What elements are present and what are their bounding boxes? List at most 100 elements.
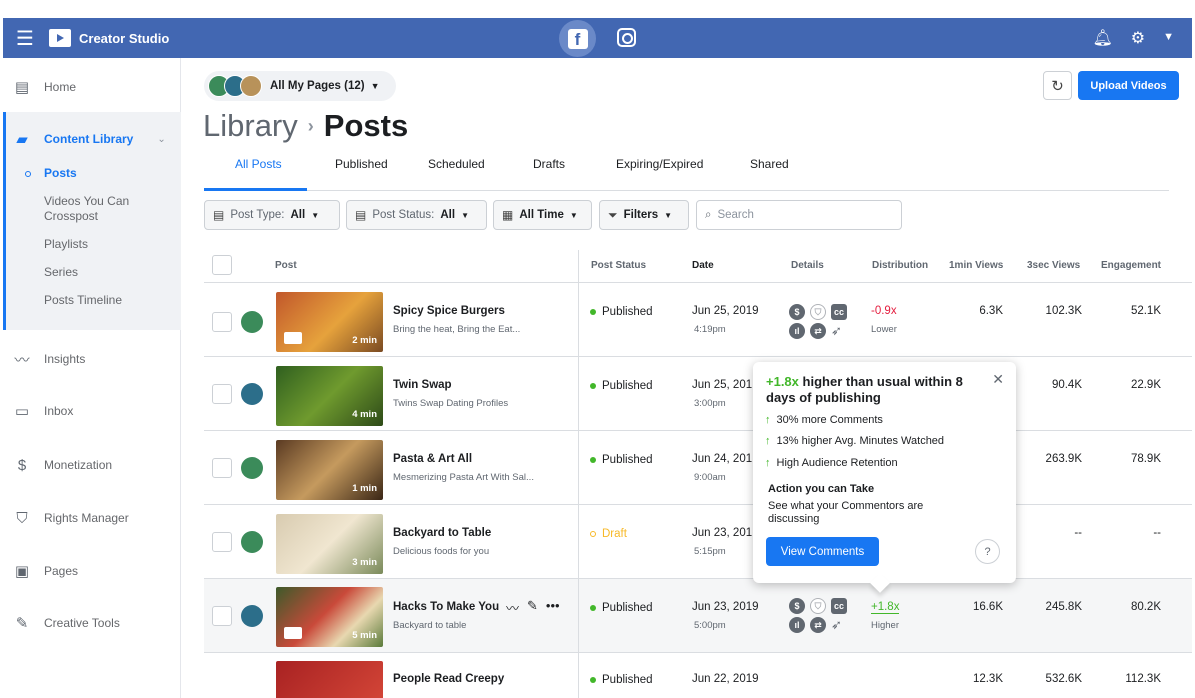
instagram-icon[interactable] [617, 28, 636, 47]
tab-all-posts[interactable]: All Posts [235, 157, 282, 171]
tab-expiring[interactable]: Expiring/Expired [616, 157, 703, 171]
video-thumbnail[interactable]: 2 min [276, 292, 383, 352]
tab-published[interactable]: Published [335, 157, 388, 171]
popover-stat: ↑ 13% higher Avg. Minutes Watched [765, 435, 945, 447]
column-header-details[interactable]: Details [791, 260, 824, 271]
help-icon[interactable]: ? [975, 539, 1000, 564]
row-checkbox[interactable] [212, 458, 232, 478]
tab-scheduled[interactable]: Scheduled [428, 157, 485, 171]
rocket-icon: ➶ [831, 323, 842, 338]
post-status-filter[interactable]: ▤ Post Status: All ▼ [346, 200, 487, 230]
breadcrumb-library[interactable]: Library [203, 108, 298, 144]
post-title[interactable]: Spicy Spice Burgers [393, 305, 505, 317]
calendar-grid-icon: ▦ [502, 208, 514, 222]
filters-button[interactable]: ⏷ Filters ▼ [599, 200, 689, 230]
status-badge: Published [590, 380, 653, 392]
hamburger-menu-icon[interactable]: ☰ [5, 26, 45, 51]
post-title[interactable]: People Read Creepy [393, 673, 504, 685]
column-header-engagement[interactable]: Engagement [1101, 260, 1161, 271]
chevron-down-icon[interactable]: ▼ [1163, 28, 1174, 48]
tab-shared[interactable]: Shared [750, 157, 789, 171]
post-date: Jun 22, 2019 [692, 673, 759, 685]
pencil-icon[interactable]: ✎ [527, 598, 538, 617]
table-row[interactable]: People Read Creepy Published Jun 22, 201… [204, 652, 1192, 698]
facebook-tab[interactable]: f [559, 20, 596, 57]
column-header-1min-views[interactable]: 1min Views [949, 260, 1003, 271]
select-all-checkbox[interactable] [212, 255, 232, 275]
row-checkbox[interactable] [212, 532, 232, 552]
closed-captions-icon: cc [831, 598, 847, 614]
table-row[interactable]: 1 min Pasta & Art All Mesmerizing Pasta … [204, 430, 1192, 504]
gear-icon[interactable]: ⚙ [1131, 28, 1145, 48]
row-checkbox[interactable] [212, 312, 232, 332]
post-title[interactable]: Twin Swap [393, 379, 452, 391]
row-checkbox[interactable] [212, 384, 232, 404]
sidebar-sub-posts-timeline[interactable]: Posts Timeline [44, 293, 122, 308]
upload-videos-button[interactable]: Upload Videos [1078, 71, 1179, 100]
sidebar-item-pages[interactable]: ▣ Pages [0, 559, 181, 583]
refresh-button[interactable]: ↻ [1043, 71, 1072, 100]
sidebar-sub-posts[interactable]: Posts [44, 166, 77, 181]
post-title[interactable]: Backyard to Table [393, 527, 491, 539]
close-icon[interactable]: ✕ [992, 371, 1004, 388]
video-icon [284, 332, 302, 344]
audio-bars-icon: ıl [789, 617, 805, 633]
breadcrumb: Library › Posts [203, 108, 408, 144]
details-icons: $ ⛉ cc ıl ⇄ ➶ [789, 304, 853, 339]
video-thumbnail[interactable] [276, 661, 383, 698]
sidebar-item-inbox[interactable]: ▭ Inbox [0, 399, 181, 423]
sidebar-item-creative-tools[interactable]: ✎ Creative Tools [0, 611, 181, 635]
active-tab-indicator [204, 188, 307, 191]
sidebar-item-home[interactable]: ▤ Home [0, 75, 181, 99]
search-input[interactable]: ⌕ Search [696, 200, 902, 230]
video-thumbnail[interactable]: 4 min [276, 366, 383, 426]
post-time: 3:00pm [694, 398, 726, 409]
table-row[interactable]: 5 min Hacks To Make You 〰 ✎ ••• Backyard… [204, 578, 1192, 652]
post-type-filter[interactable]: ▤ Post Type: All ▼ [204, 200, 340, 230]
views-3sec: 532.6K [1045, 673, 1082, 685]
distribution-value[interactable]: +1.8x [871, 601, 900, 614]
sidebar-sub-series[interactable]: Series [44, 265, 78, 280]
sidebar-sub-playlists[interactable]: Playlists [44, 237, 88, 252]
column-header-3sec-views[interactable]: 3sec Views [1027, 260, 1080, 271]
shield-icon: ⛉ [16, 509, 28, 527]
post-title[interactable]: Pasta & Art All [393, 453, 472, 465]
video-thumbnail[interactable]: 5 min [276, 587, 383, 647]
sidebar-item-monetization[interactable]: $ Monetization [0, 453, 181, 477]
view-comments-button[interactable]: View Comments [766, 537, 879, 566]
sidebar-item-insights[interactable]: 〰 Insights [0, 347, 181, 371]
creator-studio-window: ☰ Creator Studio f 🔔︎ ⚙ ▼ ▤ Home ▰ Conte… [0, 0, 1195, 698]
more-icon[interactable]: ••• [546, 598, 560, 617]
video-thumbnail[interactable]: 3 min [276, 514, 383, 574]
table-row[interactable]: 3 min Backyard to Table Delicious foods … [204, 504, 1192, 578]
time-filter[interactable]: ▦ All Time ▼ [493, 200, 592, 230]
avatar [241, 383, 263, 405]
post-date: Jun 24, 201 [692, 453, 753, 465]
sidebar-sub-crosspost[interactable]: Videos You Can Crosspost [44, 194, 154, 224]
sidebar-item-content-library[interactable]: ▰ Content Library ⌄ [0, 127, 181, 151]
page-title: Posts [323, 108, 409, 143]
status-badge: Published [590, 306, 653, 318]
avatar [241, 605, 263, 627]
column-header-date[interactable]: Date [692, 260, 714, 271]
pages-selector[interactable]: All My Pages (12) ▼ [204, 71, 396, 101]
insights-icon[interactable]: 〰 [506, 598, 519, 617]
filter-label: Post Status: [372, 209, 435, 221]
row-checkbox[interactable] [212, 606, 232, 626]
chevron-down-icon[interactable]: ⌄ [157, 134, 165, 145]
popover-heading: +1.8x higher than usual within 8 days of… [766, 374, 986, 406]
post-date: Jun 25, 2019 [692, 305, 759, 317]
table-row[interactable]: 2 min Spicy Spice Burgers Bring the heat… [204, 282, 1192, 356]
column-header-distribution[interactable]: Distribution [872, 260, 928, 271]
column-header-post[interactable]: Post [275, 260, 297, 271]
video-thumbnail[interactable]: 1 min [276, 440, 383, 500]
distribution-value[interactable]: -0.9x [871, 305, 897, 317]
bell-icon[interactable]: 🔔︎ [1092, 28, 1112, 48]
sidebar-item-rights-manager[interactable]: ⛉ Rights Manager [0, 506, 181, 530]
post-time: 5:00pm [694, 620, 726, 631]
table-row[interactable]: 4 min Twin Swap Twins Swap Dating Profil… [204, 356, 1192, 430]
column-header-status[interactable]: Post Status [591, 260, 646, 271]
tab-drafts[interactable]: Drafts [533, 157, 565, 171]
post-description: Twins Swap Dating Profiles [393, 398, 509, 409]
post-title[interactable]: Hacks To Make You [393, 601, 499, 613]
